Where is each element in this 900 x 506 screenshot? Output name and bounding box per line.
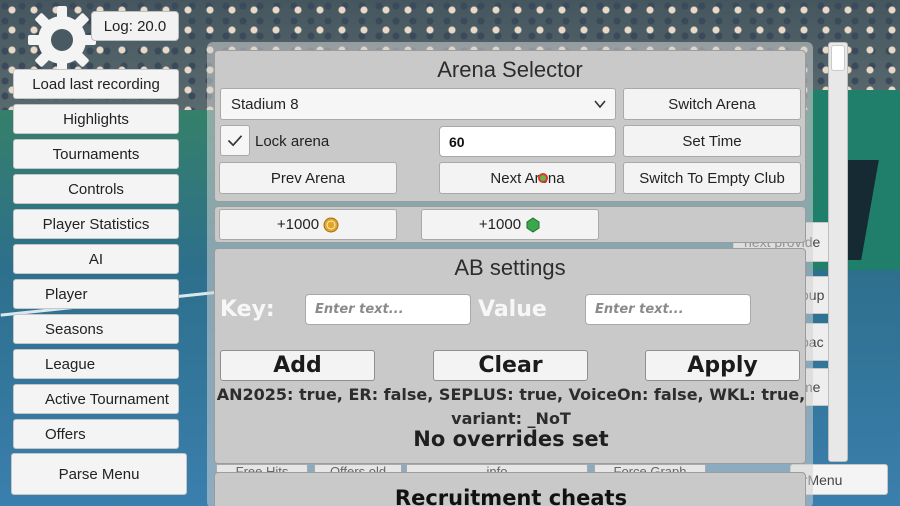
gem-icon <box>526 216 540 233</box>
chevron-down-icon <box>594 100 606 109</box>
switch-arena-button[interactable]: Switch Arena <box>623 88 801 120</box>
seasons-button[interactable]: Seasons <box>13 314 179 344</box>
prev-arena-button[interactable]: Prev Arena <box>219 162 397 194</box>
player-button[interactable]: Player <box>13 279 179 309</box>
gear-icon[interactable] <box>26 4 98 76</box>
overrides-status: No overrides set <box>413 427 609 451</box>
next-arena-button[interactable]: Next Arena <box>439 162 616 194</box>
clear-button[interactable]: Clear <box>433 350 588 381</box>
ai-button[interactable]: AI <box>13 244 179 274</box>
recruitment-title: Recruitment cheats <box>394 486 628 506</box>
highlights-button[interactable]: Highlights <box>13 104 179 134</box>
add-gems-label: +1000 <box>478 216 522 233</box>
cursor-target-icon <box>538 173 548 183</box>
add-coins-button[interactable]: +1000 <box>219 209 397 240</box>
add-button[interactable]: Add <box>220 350 375 381</box>
coin-icon <box>323 217 339 232</box>
lock-arena-checkbox[interactable] <box>220 125 250 156</box>
load-last-recording-button[interactable]: Load last recording <box>13 69 179 99</box>
key-label: Key: <box>220 297 275 322</box>
set-time-button[interactable]: Set Time <box>623 125 801 157</box>
key-input-placeholder: Enter text... <box>315 302 404 317</box>
active-tournament-button[interactable]: Active Tournament <box>13 384 179 414</box>
offers-button[interactable]: Offers <box>13 419 179 449</box>
player-statistics-button[interactable]: Player Statistics <box>13 209 179 239</box>
value-label: Value <box>478 297 547 322</box>
tournaments-button[interactable]: Tournaments <box>13 139 179 169</box>
checkmark-icon <box>227 135 243 147</box>
controls-button[interactable]: Controls <box>13 174 179 204</box>
apply-button[interactable]: Apply <box>645 350 800 381</box>
add-coins-label: +1000 <box>276 216 320 233</box>
switch-to-empty-club-button[interactable]: Switch To Empty Club <box>623 162 801 194</box>
log-button[interactable]: Log: 20.0 <box>91 11 179 41</box>
arena-dropdown[interactable]: Stadium 8 <box>220 88 616 120</box>
scrollbar-thumb[interactable] <box>831 45 845 71</box>
scrollbar[interactable] <box>828 42 848 462</box>
ab-status-text: AN2025: true, ER: false, SEPLUS: true, V… <box>216 385 806 428</box>
add-gems-button[interactable]: +1000 <box>421 209 599 240</box>
arena-selector-title: Arena Selector <box>437 57 583 82</box>
parse-menu-button[interactable]: Parse Menu <box>11 453 187 495</box>
lock-arena-label: Lock arena <box>255 133 330 150</box>
league-button[interactable]: League <box>13 349 179 379</box>
ab-settings-title: AB settings <box>454 255 566 280</box>
arena-dropdown-value: Stadium 8 <box>231 95 299 113</box>
key-input[interactable]: Enter text... <box>305 294 471 325</box>
value-input-placeholder: Enter text... <box>595 302 684 317</box>
value-input[interactable]: Enter text... <box>585 294 751 325</box>
time-input[interactable]: 60 <box>439 126 616 157</box>
